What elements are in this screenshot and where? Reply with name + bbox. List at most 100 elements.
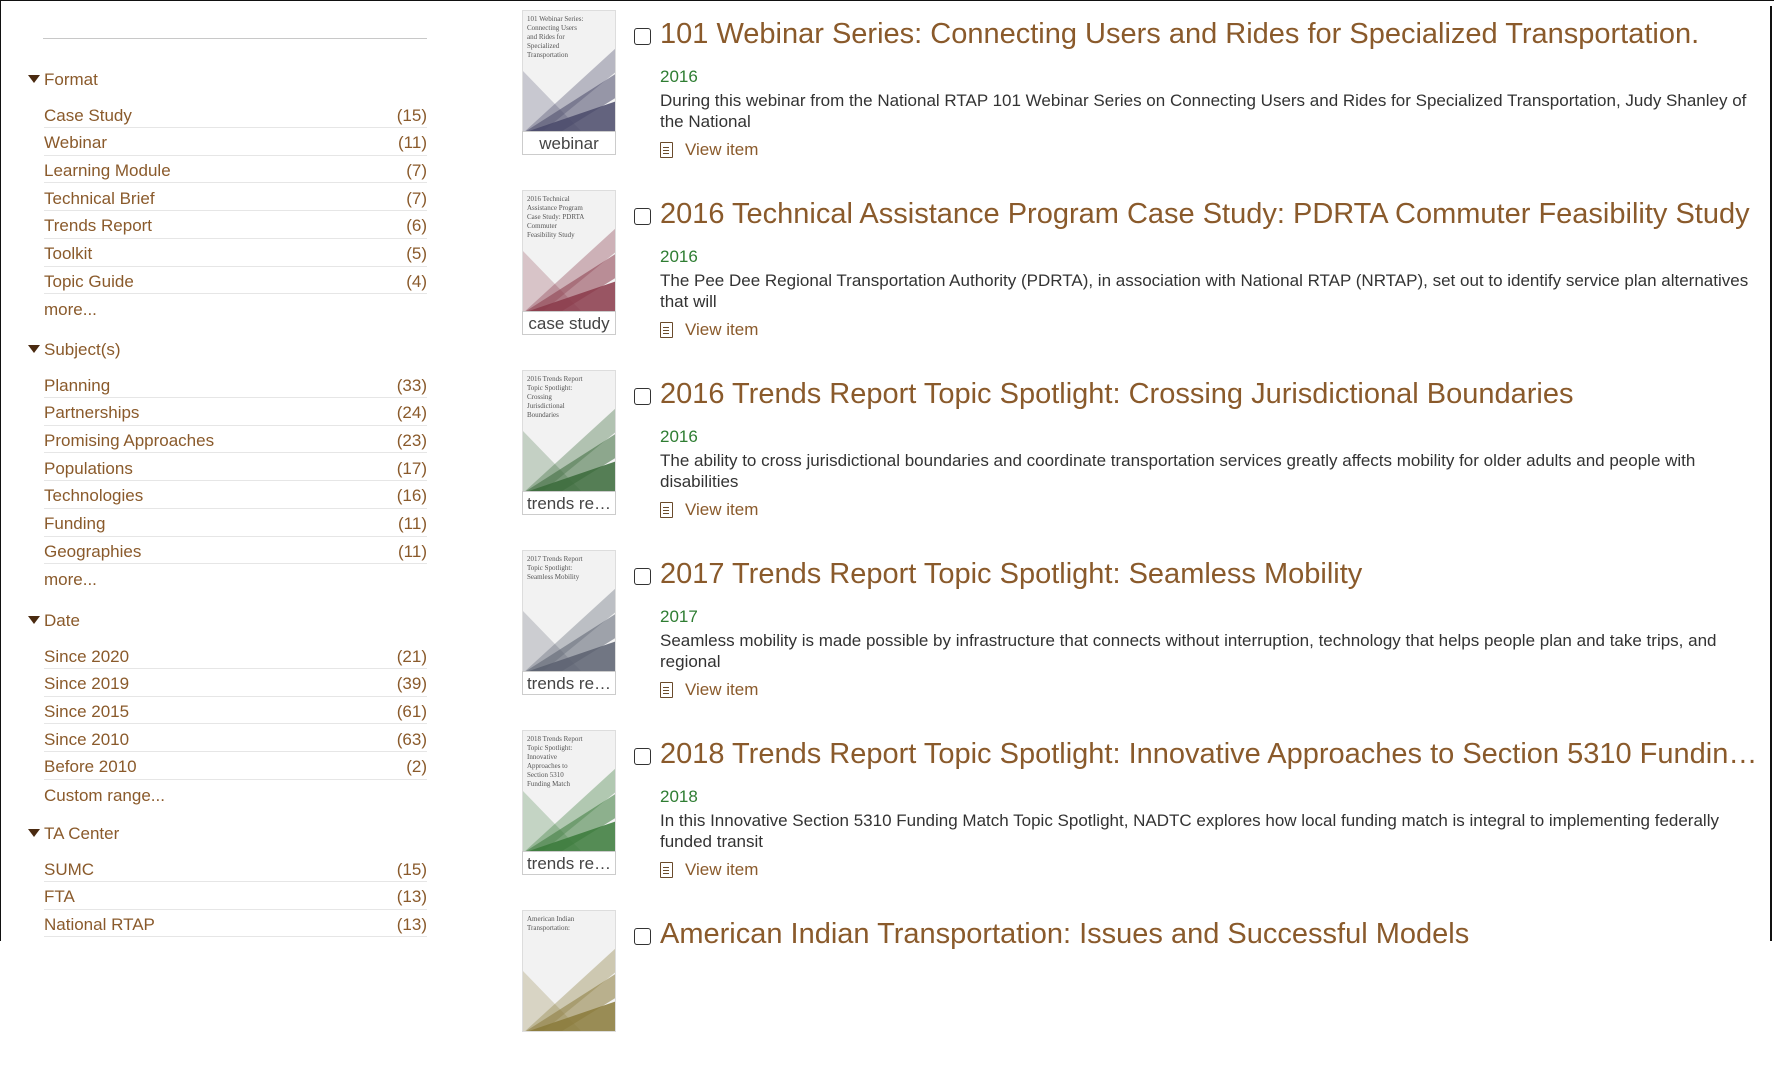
- facet-item-label: Partnerships: [44, 403, 140, 423]
- facet-item-count: (7): [406, 160, 427, 180]
- facet-item-count: (21): [396, 646, 427, 666]
- view-item-link[interactable]: View item: [660, 500, 758, 520]
- thumbnail-format-label: trends re…: [522, 851, 616, 875]
- thumbnail-cover-text: 2018 Trends Report Topic Spotlight: Inno…: [527, 735, 583, 788]
- thumbnail-image: 2016 Technical Assistance Program Case S…: [522, 190, 616, 312]
- select-checkbox[interactable]: [634, 28, 651, 45]
- select-checkbox[interactable]: [634, 568, 651, 585]
- result-date: 2016: [660, 247, 698, 266]
- facet-item[interactable]: Partnerships (24): [44, 402, 427, 426]
- facet-item-count: (63): [396, 729, 427, 749]
- document-icon: [660, 862, 673, 878]
- facet-item-label: SUMC: [44, 859, 95, 879]
- facet-item[interactable]: National RTAP (13): [44, 913, 427, 938]
- facet-item-label: Technical Brief: [44, 188, 155, 208]
- facet-item-label: Before 2010: [44, 757, 137, 777]
- facet-item-count: (5): [406, 244, 427, 263]
- facet-item[interactable]: Trends Report (6): [44, 215, 427, 239]
- facet-heading-label: TA Center: [44, 824, 120, 843]
- facet-item[interactable]: Promising Approaches (23): [44, 429, 427, 454]
- facet-more-link[interactable]: Custom range...: [44, 784, 165, 808]
- result-title-link[interactable]: 101 Webinar Series: Connecting Users and…: [660, 18, 1760, 51]
- thumbnail-cover-text: 2016 Technical Assistance Program Case S…: [527, 195, 584, 239]
- result-title-link[interactable]: 2016 Trends Report Topic Spotlight: Cros…: [660, 378, 1760, 411]
- facet-heading-label: Date: [44, 611, 80, 630]
- view-item-link[interactable]: View item: [660, 860, 758, 880]
- facet-heading-subject-s[interactable]: Subject(s): [28, 338, 121, 362]
- document-icon: [660, 322, 673, 338]
- facet-item-count: (6): [406, 216, 427, 236]
- result-date: 2018: [660, 787, 698, 806]
- result-date: 2016: [660, 427, 698, 446]
- facet-item[interactable]: Planning (33): [44, 374, 427, 398]
- facet-item-count: (4): [406, 271, 427, 291]
- result-item: 2016 Technical Assistance Program Case S…: [522, 190, 1760, 360]
- result-item: American Indian Transportation: American …: [522, 910, 1760, 1080]
- facet-item[interactable]: Topic Guide (4): [44, 270, 427, 295]
- facet-item-count: (11): [398, 133, 427, 153]
- result-description: The Pee Dee Regional Transportation Auth…: [660, 271, 1749, 311]
- facet-item-label: Since 2010: [44, 729, 130, 749]
- facet-item[interactable]: Geographies (11): [44, 540, 427, 565]
- facet-item-label: Planning: [44, 375, 111, 395]
- facet-item-count: (24): [396, 403, 427, 423]
- facet-item[interactable]: Since 2020 (21): [44, 645, 427, 669]
- select-checkbox[interactable]: [634, 388, 651, 405]
- sidebar-divider: [43, 38, 427, 39]
- document-icon: [660, 142, 673, 158]
- view-item-link[interactable]: View item: [660, 680, 758, 700]
- view-item-link[interactable]: View item: [660, 320, 758, 340]
- facet-item[interactable]: Before 2010 (2): [44, 756, 427, 780]
- result-item: 2017 Trends Report Topic Spotlight: Seam…: [522, 550, 1760, 720]
- facet-item[interactable]: Funding (11): [44, 513, 427, 537]
- facet-item-label: Since 2015: [44, 701, 130, 721]
- facet-item[interactable]: Populations (17): [44, 457, 427, 482]
- facet-item[interactable]: Since 2010 (63): [44, 728, 427, 753]
- facet-item-label: Funding: [44, 514, 106, 533]
- select-checkbox[interactable]: [634, 928, 651, 945]
- result-date: 2017: [660, 607, 698, 626]
- facet-item-count: (13): [396, 887, 427, 907]
- facet-item[interactable]: Technical Brief (7): [44, 187, 427, 212]
- result-title-link[interactable]: American Indian Transportation: Issues a…: [660, 918, 1760, 951]
- caret-down-icon: [28, 75, 40, 83]
- facet-item-count: (15): [396, 105, 427, 125]
- facet-item[interactable]: Technologies (16): [44, 485, 427, 509]
- facet-item-label: FTA: [44, 887, 75, 907]
- facet-heading-date[interactable]: Date: [28, 609, 80, 633]
- result-title-link[interactable]: 2018 Trends Report Topic Spotlight: Inno…: [660, 738, 1760, 771]
- facet-item[interactable]: SUMC (15): [44, 858, 427, 882]
- facet-item[interactable]: FTA (13): [44, 886, 427, 910]
- thumbnail-cover-text: 2016 Trends Report Topic Spotlight: Cros…: [527, 375, 583, 419]
- facet-item-label: National RTAP: [44, 914, 155, 934]
- facet-item[interactable]: Webinar (11): [44, 132, 427, 156]
- facet-item-label: Technologies: [44, 486, 144, 506]
- window-edge: [1770, 6, 1772, 941]
- thumbnail-format-label: trends re…: [522, 491, 616, 515]
- facet-item[interactable]: Since 2015 (61): [44, 700, 427, 725]
- view-item-label: View item: [685, 500, 759, 519]
- caret-down-icon: [28, 345, 40, 353]
- facet-item[interactable]: Since 2019 (39): [44, 673, 427, 697]
- result-title-link[interactable]: 2017 Trends Report Topic Spotlight: Seam…: [660, 558, 1760, 591]
- facet-item-label: Learning Module: [44, 160, 171, 180]
- facet-more-link[interactable]: more...: [44, 568, 97, 592]
- facet-item[interactable]: Learning Module (7): [44, 159, 427, 184]
- thumbnail-format-label: case study: [522, 311, 616, 335]
- select-checkbox[interactable]: [634, 208, 651, 225]
- facet-item[interactable]: Toolkit (5): [44, 243, 427, 267]
- thumbnail-image: American Indian Transportation:: [522, 910, 616, 1032]
- facet-more-link[interactable]: more...: [44, 298, 97, 322]
- view-item-link[interactable]: View item: [660, 140, 758, 160]
- document-icon: [660, 682, 673, 698]
- result-description: Seamless mobility is made possible by in…: [660, 631, 1717, 671]
- result-title-link[interactable]: 2016 Technical Assistance Program Case S…: [660, 198, 1760, 231]
- thumbnail-image: 101 Webinar Series: Connecting Users and…: [522, 10, 616, 132]
- facet-item-count: (2): [406, 757, 427, 777]
- facet-heading-format[interactable]: Format: [28, 68, 98, 92]
- thumbnail-image: 2016 Trends Report Topic Spotlight: Cros…: [522, 370, 616, 492]
- select-checkbox[interactable]: [634, 748, 651, 765]
- facet-item[interactable]: Case Study (15): [44, 104, 427, 128]
- facet-heading-ta-center[interactable]: TA Center: [28, 822, 119, 846]
- facet-item-label: Case Study: [44, 105, 132, 125]
